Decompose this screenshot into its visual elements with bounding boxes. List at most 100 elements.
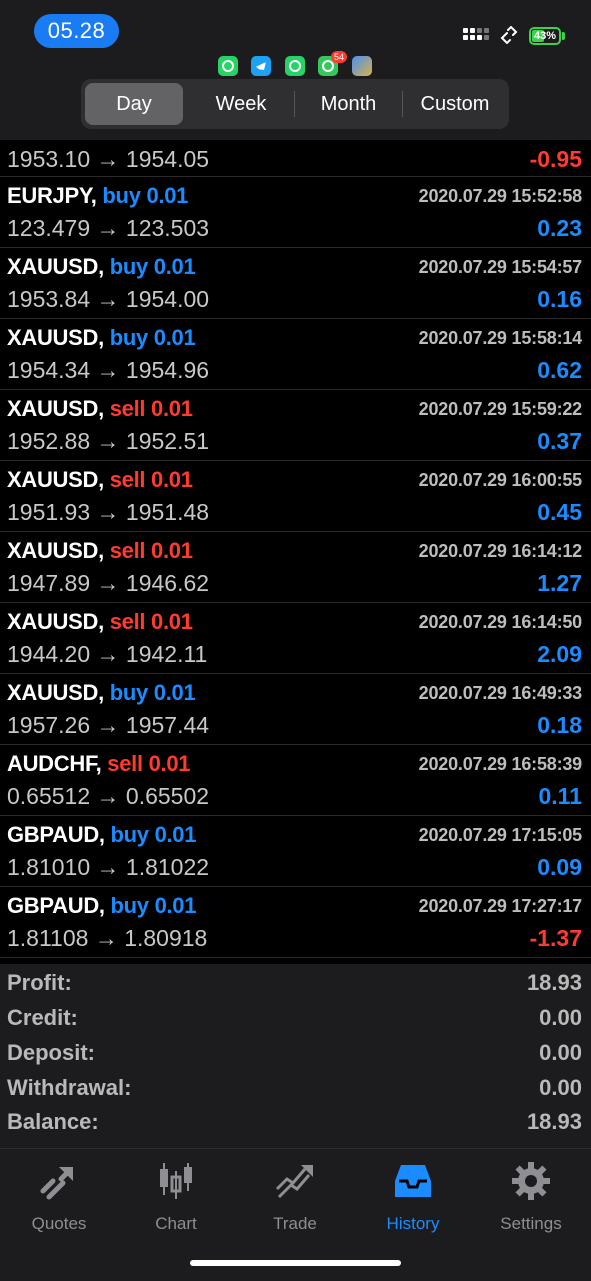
deal-symbol: XAUUSD, bbox=[7, 538, 104, 563]
battery-icon: 43% bbox=[529, 27, 561, 45]
list-item[interactable]: GBPAUD, buy 0.01 2020.07.29 17:15:05 1.8… bbox=[0, 816, 591, 887]
deal-time: 2020.07.29 16:49:33 bbox=[418, 683, 583, 703]
deal-profit: 1.27 bbox=[537, 570, 582, 596]
deal-prices: 1957.26 → 1957.44 bbox=[7, 712, 210, 738]
deal-side: buy 0.01 bbox=[109, 680, 196, 705]
deal-prices: 1953.10 → 1954.05 bbox=[7, 146, 210, 172]
deal-symbol: EURJPY, bbox=[7, 183, 97, 208]
deal-time: 2020.07.29 16:58:39 bbox=[418, 754, 583, 774]
summary-profit: Profit: 18.93 bbox=[7, 970, 582, 995]
list-item[interactable]: 1953.10 → 1954.05 -0.95 bbox=[0, 140, 591, 177]
filter-week[interactable]: Week bbox=[188, 83, 294, 125]
deal-side: sell 0.01 bbox=[107, 751, 191, 776]
deal-time: 2020.07.29 17:27:17 bbox=[418, 896, 583, 916]
history-inbox-icon bbox=[395, 1165, 431, 1197]
deal-profit: 0.16 bbox=[537, 286, 582, 312]
quotes-icon bbox=[40, 1167, 73, 1200]
deal-symbol: GBPAUD, bbox=[7, 893, 105, 918]
whatsapp-business-icon bbox=[285, 56, 305, 76]
list-item[interactable]: XAUUSD, sell 0.01 2020.07.29 16:14:50 19… bbox=[0, 603, 591, 674]
deal-time: 2020.07.29 15:59:22 bbox=[418, 399, 583, 419]
deal-side: sell 0.01 bbox=[109, 467, 193, 492]
deal-time: 2020.07.29 15:54:57 bbox=[418, 257, 583, 277]
summary-balance: Balance: 18.93 bbox=[7, 1109, 582, 1134]
period-filter: Day Week Month Custom bbox=[81, 79, 509, 129]
deal-profit: -1.37 bbox=[529, 925, 582, 951]
deal-time: 2020.07.29 15:52:58 bbox=[418, 186, 583, 206]
deal-profit: 0.45 bbox=[537, 499, 582, 525]
link-icon bbox=[500, 26, 518, 44]
game-app-icon bbox=[352, 56, 372, 76]
deal-time: 2020.07.29 16:14:50 bbox=[418, 612, 583, 632]
deal-symbol: XAUUSD, bbox=[7, 254, 104, 279]
home-indicator[interactable] bbox=[190, 1260, 401, 1266]
deal-side: buy 0.01 bbox=[109, 325, 196, 350]
deal-side: sell 0.01 bbox=[109, 396, 193, 421]
status-time[interactable]: 05.28 bbox=[34, 14, 119, 48]
deal-prices: 123.479 → 123.503 bbox=[7, 215, 210, 241]
deal-prices: 0.65512 → 0.65502 bbox=[7, 783, 210, 809]
list-item[interactable]: XAUUSD, sell 0.01 2020.07.29 15:59:22 19… bbox=[0, 390, 591, 461]
summary-credit: Credit: 0.00 bbox=[7, 1005, 582, 1030]
deal-prices: 1.81010 → 1.81022 bbox=[7, 854, 210, 880]
cellular-signal-icon bbox=[463, 28, 489, 40]
notification-badge: 54 bbox=[331, 51, 348, 63]
list-item[interactable]: XAUUSD, buy 0.01 2020.07.29 16:49:33 195… bbox=[0, 674, 591, 745]
deal-prices: 1954.34 → 1954.96 bbox=[7, 357, 210, 383]
deal-time: 2020.07.29 17:15:05 bbox=[418, 825, 583, 845]
list-item[interactable]: XAUUSD, buy 0.01 2020.07.29 15:54:57 195… bbox=[0, 248, 591, 319]
filter-day[interactable]: Day bbox=[85, 83, 183, 125]
deal-side: buy 0.01 bbox=[109, 254, 196, 279]
battery-level: 43% bbox=[533, 30, 557, 42]
deal-symbol: XAUUSD, bbox=[7, 680, 104, 705]
deal-time: 2020.07.29 15:58:14 bbox=[418, 328, 583, 348]
deal-profit: 2.09 bbox=[537, 641, 582, 667]
gear-icon bbox=[512, 1162, 550, 1200]
deal-prices: 1953.84 → 1954.00 bbox=[7, 286, 210, 312]
status-bar: 05.28 43% 54 Day Week Month Custom bbox=[0, 0, 591, 140]
deal-profit: 0.37 bbox=[537, 428, 582, 454]
trade-icon bbox=[275, 1165, 313, 1199]
deal-symbol: XAUUSD, bbox=[7, 609, 104, 634]
tab-settings[interactable]: Settings bbox=[472, 1157, 590, 1237]
deal-prices: 1.81108 → 1.80918 bbox=[7, 925, 208, 951]
deal-side: buy 0.01 bbox=[110, 893, 197, 918]
tab-history[interactable]: History bbox=[354, 1157, 472, 1237]
deal-prices: 1952.88 → 1952.51 bbox=[7, 428, 210, 454]
filter-month[interactable]: Month bbox=[295, 83, 402, 125]
deal-side: buy 0.01 bbox=[110, 822, 197, 847]
deal-side: buy 0.01 bbox=[102, 183, 189, 208]
deal-profit: 0.09 bbox=[537, 854, 582, 880]
deal-time: 2020.07.29 16:14:12 bbox=[418, 541, 583, 561]
deal-profit: 0.18 bbox=[537, 712, 582, 738]
deal-symbol: XAUUSD, bbox=[7, 396, 104, 421]
history-list: 1953.10 → 1954.05 -0.95 EURJPY, buy 0.01… bbox=[0, 140, 591, 958]
deal-profit: 0.11 bbox=[538, 783, 583, 809]
list-item[interactable]: EURJPY, buy 0.01 2020.07.29 15:52:58 123… bbox=[0, 177, 591, 248]
account-summary: Profit: 18.93 Credit: 0.00 Deposit: 0.00… bbox=[0, 964, 591, 1148]
deal-symbol: XAUUSD, bbox=[7, 467, 104, 492]
deal-prices: 1947.89 → 1946.62 bbox=[7, 570, 210, 596]
tab-quotes[interactable]: Quotes bbox=[0, 1157, 118, 1237]
filter-custom[interactable]: Custom bbox=[403, 83, 507, 125]
summary-withdrawal: Withdrawal: 0.00 bbox=[7, 1075, 582, 1100]
deal-profit: 0.62 bbox=[537, 357, 582, 383]
deal-symbol: AUDCHF, bbox=[7, 751, 102, 776]
list-item[interactable]: AUDCHF, sell 0.01 2020.07.29 16:58:39 0.… bbox=[0, 745, 591, 816]
summary-deposit: Deposit: 0.00 bbox=[7, 1040, 582, 1065]
list-item[interactable]: XAUUSD, sell 0.01 2020.07.29 16:14:12 19… bbox=[0, 532, 591, 603]
deal-profit: 0.23 bbox=[537, 215, 582, 241]
deal-time: 2020.07.29 16:00:55 bbox=[418, 470, 583, 490]
tab-chart[interactable]: Chart bbox=[117, 1157, 235, 1237]
list-item[interactable]: XAUUSD, buy 0.01 2020.07.29 15:58:14 195… bbox=[0, 319, 591, 390]
deal-side: sell 0.01 bbox=[109, 538, 193, 563]
whatsapp-icon bbox=[218, 56, 238, 76]
deal-side: sell 0.01 bbox=[109, 609, 193, 634]
list-item[interactable]: GBPAUD, buy 0.01 2020.07.29 17:27:17 1.8… bbox=[0, 887, 591, 958]
deal-prices: 1944.20 → 1942.11 bbox=[7, 641, 208, 667]
deal-symbol: XAUUSD, bbox=[7, 325, 104, 350]
deal-profit: -0.95 bbox=[529, 146, 582, 172]
list-item[interactable]: XAUUSD, sell 0.01 2020.07.29 16:00:55 19… bbox=[0, 461, 591, 532]
tab-trade[interactable]: Trade bbox=[236, 1157, 354, 1237]
deal-symbol: GBPAUD, bbox=[7, 822, 105, 847]
